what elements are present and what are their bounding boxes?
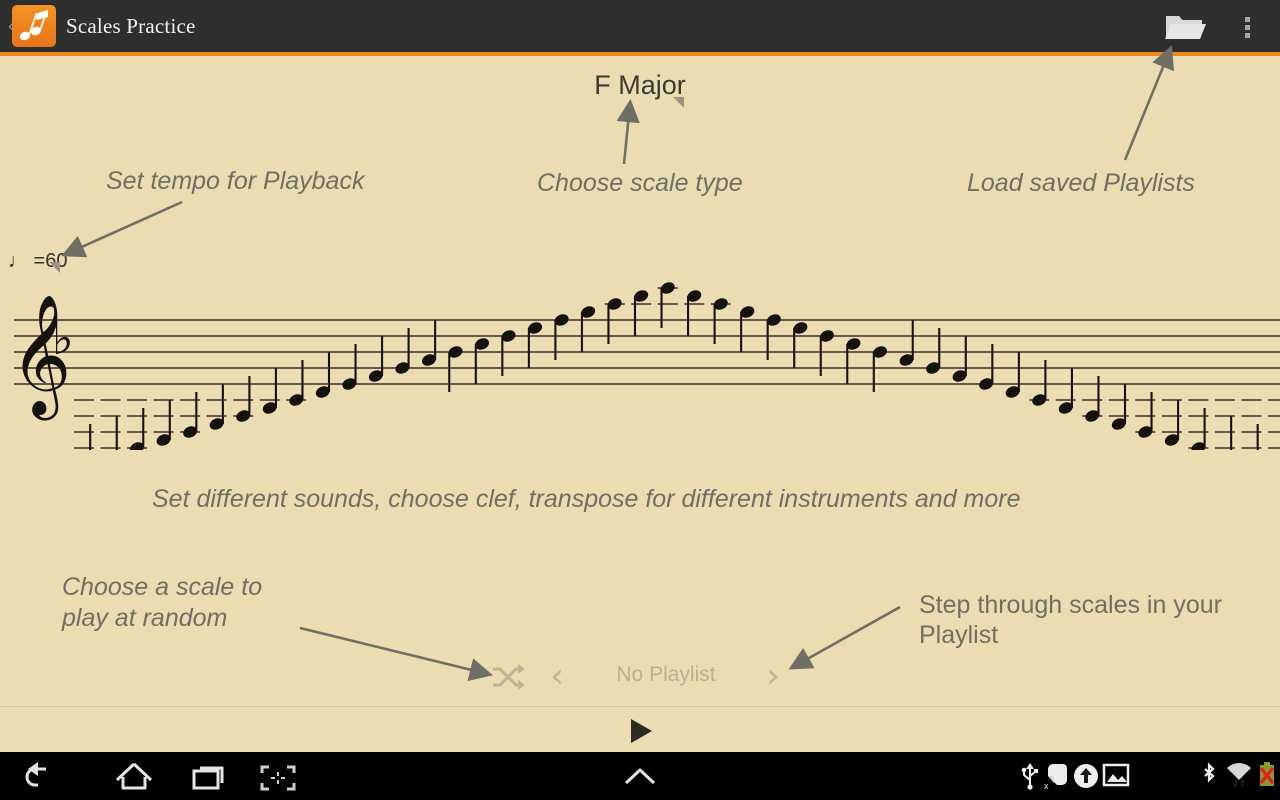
overflow-dot: [1245, 25, 1250, 30]
home-icon: [115, 762, 153, 790]
annotation-load-playlists: Load saved Playlists: [967, 169, 1195, 197]
play-button[interactable]: [614, 712, 666, 750]
battery-error-icon: [1259, 762, 1275, 786]
app-screen: ‹ Scales Practice F Major ♩ =60 Set temp…: [0, 0, 1280, 800]
scale-name-selector[interactable]: F Major: [560, 70, 720, 101]
app-icon[interactable]: [12, 5, 56, 47]
playlist-name-label: No Playlist: [616, 663, 716, 686]
previous-scale-button[interactable]: ‹: [542, 658, 572, 694]
nav-back-button[interactable]: [10, 756, 70, 796]
action-bar: ‹ Scales Practice: [0, 0, 1280, 52]
annotation-step-line1: Step through scales in your: [919, 591, 1222, 619]
screenshot-icon: [260, 765, 296, 791]
app-title: Scales Practice: [66, 14, 196, 38]
annotation-random-line1: Choose a scale to: [62, 573, 263, 601]
overflow-dot: [1245, 33, 1250, 38]
transport-divider: [0, 706, 1280, 707]
nav-home-button[interactable]: [104, 756, 164, 796]
arrow-to-tempo: [61, 200, 183, 258]
evernote-icon: x: [1044, 764, 1067, 790]
annotation-choose-scale: Choose scale type: [537, 169, 743, 197]
android-navigation-bar: x 15:20: [0, 752, 1280, 800]
arrow-to-folder-button: [1123, 45, 1174, 161]
play-triangle-icon: [631, 719, 652, 743]
arrow-to-scale-name: [616, 98, 640, 165]
annotation-set-tempo: Set tempo for Playback: [106, 167, 365, 195]
chevron-down-icon[interactable]: [673, 97, 684, 108]
nav-recents-button[interactable]: [180, 756, 240, 796]
annotation-features: Set different sounds, choose clef, trans…: [152, 485, 1021, 513]
upload-icon: [1074, 764, 1098, 788]
nav-expand-button[interactable]: [610, 756, 670, 796]
back-arrow-icon: [25, 762, 46, 787]
load-playlists-button[interactable]: [1158, 8, 1210, 46]
key-signature-b-flat: ♭: [52, 311, 74, 365]
usb-icon: [1021, 763, 1038, 790]
music-notes-app-icon: [19, 10, 48, 41]
bluetooth-icon: [1204, 762, 1215, 783]
annotation-random-line2: play at random: [62, 604, 228, 632]
chevron-down-icon[interactable]: [49, 262, 60, 273]
next-scale-button[interactable]: ›: [758, 658, 788, 694]
recent-apps-icon: [192, 766, 224, 790]
accent-stripe: [0, 52, 1280, 56]
overflow-dot: [1245, 17, 1250, 22]
chevron-up-icon: [624, 768, 656, 785]
folder-open-icon: [1165, 16, 1206, 39]
nav-screenshot-button[interactable]: [248, 756, 308, 796]
shuffle-button[interactable]: [490, 662, 526, 692]
scale-notes: [74, 282, 1280, 450]
wifi-icon: [1227, 763, 1251, 788]
music-staff[interactable]: 𝄞 ♭: [0, 280, 1280, 450]
svg-text:x: x: [1044, 781, 1049, 790]
shuffle-icon: [493, 664, 525, 690]
overflow-menu-button[interactable]: [1228, 8, 1268, 46]
svg-text:♭: ♭: [52, 311, 74, 365]
staff-lines: [14, 319, 1280, 385]
annotation-step-line2: Playlist: [919, 621, 999, 649]
gallery-image-icon: [1102, 763, 1130, 787]
